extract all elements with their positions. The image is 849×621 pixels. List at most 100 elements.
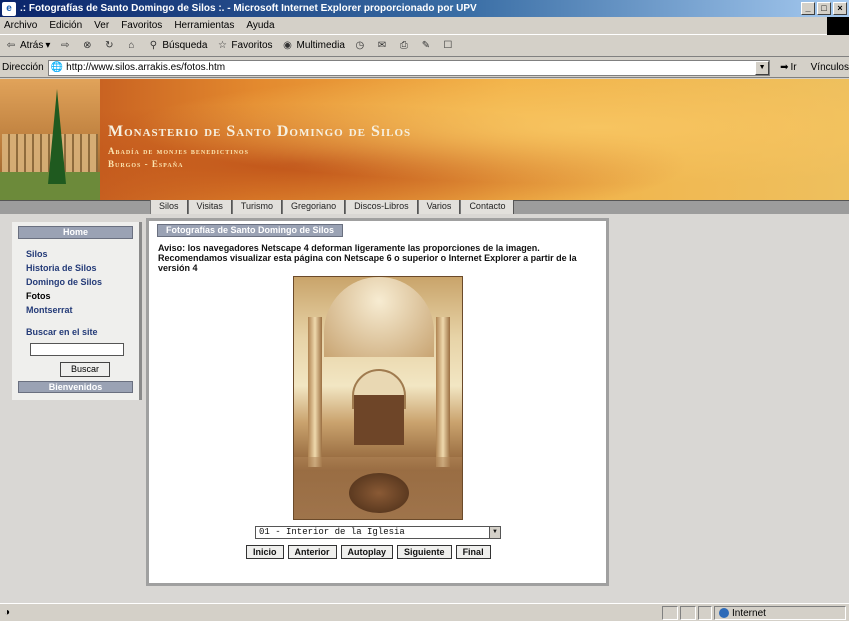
photo-baptismal-font (349, 473, 409, 513)
address-dropdown-icon[interactable]: ▼ (755, 60, 770, 75)
photo-altar (354, 395, 404, 445)
photo-gallery-panel: Fotografías de Santo Domingo de Silos Av… (146, 218, 609, 586)
multimedia-button[interactable]: ◉ Multimedia (281, 39, 345, 53)
favorites-label: Favoritos (231, 40, 273, 51)
print-icon[interactable]: ⎙ (397, 39, 411, 53)
go-label: Ir (790, 62, 797, 73)
status-bar: ◑ Internet (0, 603, 849, 621)
gallery-controls: Inicio Anterior Autoplay Siguiente Final (246, 545, 491, 559)
maximize-button[interactable]: □ (817, 2, 831, 15)
nav-turismo[interactable]: Turismo (231, 200, 283, 214)
status-cell (662, 606, 678, 620)
church-photo (293, 276, 463, 520)
minimize-button[interactable]: _ (801, 2, 815, 15)
menu-ver[interactable]: Ver (94, 20, 109, 31)
globe-icon (719, 608, 729, 618)
banner-photo (0, 79, 100, 200)
sidebar-item-montserrat[interactable]: Montserrat (26, 303, 139, 317)
back-arrow-icon: ⇦ (6, 39, 16, 51)
window-controls: _ □ × (801, 2, 847, 15)
menu-favoritos[interactable]: Favoritos (121, 20, 162, 31)
autoplay-button[interactable]: Autoplay (340, 545, 394, 559)
address-input[interactable]: 🌐 http://www.silos.arrakis.es/fotos.htm … (47, 59, 771, 76)
window-title: .: Fotografías de Santo Domingo de Silos… (20, 3, 477, 14)
site-subtitle-line2: Burgos - España (108, 159, 184, 169)
menu-ayuda[interactable]: Ayuda (246, 20, 274, 31)
address-bar: Dirección 🌐 http://www.silos.arrakis.es/… (0, 58, 849, 78)
mail-icon[interactable]: ✉ (375, 39, 389, 53)
security-zone: Internet (714, 606, 846, 620)
nav-varios[interactable]: Varios (417, 200, 461, 214)
favorites-button[interactable]: ☆ Favoritos (215, 39, 273, 53)
menu-edicion[interactable]: Edición (49, 20, 82, 31)
site-search-input[interactable] (30, 343, 124, 356)
address-url: http://www.silos.arrakis.es/fotos.htm (66, 62, 226, 73)
search-icon: ⚲ (149, 39, 158, 51)
multimedia-label: Multimedia (296, 40, 345, 51)
status-cell (680, 606, 696, 620)
nav-silos[interactable]: Silos (150, 200, 188, 214)
search-button[interactable]: ⚲ Búsqueda (146, 39, 208, 53)
chevron-down-icon: ▼ (489, 527, 500, 538)
photo-select[interactable]: 01 - Interior de la Iglesia ▼ (255, 526, 501, 539)
search-label: Búsqueda (162, 40, 208, 51)
photo-vault (324, 277, 434, 357)
sidebar-item-silos[interactable]: Silos (26, 247, 139, 261)
menu-bar: Archivo Edición Ver Favoritos Herramient… (0, 17, 849, 35)
edit-icon[interactable]: ✎ (419, 39, 433, 53)
home-icon[interactable]: ⌂ (124, 39, 138, 53)
first-button[interactable]: Inicio (246, 545, 284, 559)
nav-gregoriano[interactable]: Gregoriano (282, 200, 346, 214)
page-icon: 🌐 (50, 62, 64, 73)
site-subtitle: Abadía de monjes benedictinos Burgos - E… (108, 145, 249, 171)
links-button[interactable]: Vínculos (811, 62, 849, 73)
nav-contacto[interactable]: Contacto (460, 200, 515, 214)
close-button[interactable]: × (833, 2, 847, 15)
previous-button[interactable]: Anterior (287, 545, 337, 559)
multimedia-icon: ◉ (283, 39, 292, 51)
nav-visitas[interactable]: Visitas (187, 200, 232, 214)
page-status-icon: ◑ (4, 607, 11, 618)
sidebar-item-fotos[interactable]: Fotos (26, 289, 139, 303)
go-button[interactable]: ➡ Ir (780, 62, 797, 73)
site-search-label: Buscar en el site (26, 327, 98, 337)
nav-discos-libros[interactable]: Discos-Libros (345, 200, 418, 214)
chevron-down-icon: ▾ (45, 40, 51, 51)
windows-logo-icon (827, 17, 849, 35)
zone-label: Internet (732, 607, 766, 619)
page-viewport: Monasterio de Santo Domingo de Silos Aba… (0, 79, 849, 603)
site-search-button[interactable]: Buscar (60, 362, 110, 377)
address-label: Dirección (2, 62, 44, 73)
gallery-title: Fotografías de Santo Domingo de Silos (157, 224, 344, 237)
welcome-button[interactable]: Bienvenidos (18, 381, 133, 393)
last-button[interactable]: Final (455, 545, 491, 559)
next-button[interactable]: Siguiente (397, 545, 452, 559)
menu-herramientas[interactable]: Herramientas (174, 20, 234, 31)
back-button[interactable]: ⇦ Atrás ▾ (4, 39, 51, 53)
photo-select-value: 01 - Interior de la Iglesia (259, 527, 405, 537)
photo-pillar-right (436, 317, 450, 467)
sidebar: Home Silos Historia de Silos Domingo de … (12, 222, 142, 400)
star-icon: ☆ (217, 39, 227, 51)
sidebar-item-historia[interactable]: Historia de Silos (26, 261, 139, 275)
site-nav: Silos Visitas Turismo Gregoriano Discos-… (150, 200, 515, 214)
forward-arrow-icon[interactable]: ⇨ (58, 39, 72, 53)
ie-icon: e (2, 1, 16, 16)
site-banner: Monasterio de Santo Domingo de Silos Aba… (0, 79, 849, 200)
browser-notice: Aviso: los navegadores Netscape 4 deform… (158, 243, 577, 273)
back-label: Atrás (20, 40, 44, 51)
go-arrow-icon: ➡ (780, 62, 789, 73)
window-titlebar: e .: Fotografías de Santo Domingo de Sil… (0, 0, 849, 17)
sidebar-home-button[interactable]: Home (18, 226, 133, 239)
refresh-icon[interactable]: ↻ (102, 39, 116, 53)
site-subtitle-line1: Abadía de monjes benedictinos (108, 146, 249, 156)
menu-archivo[interactable]: Archivo (4, 20, 37, 31)
stop-icon[interactable]: ⊗ (80, 39, 94, 53)
cypress-tree (48, 89, 66, 184)
messenger-icon[interactable]: ☐ (441, 39, 455, 53)
site-title: Monasterio de Santo Domingo de Silos (108, 123, 412, 140)
photo-pillar-left (308, 317, 322, 467)
sidebar-links: Silos Historia de Silos Domingo de Silos… (26, 247, 139, 317)
sidebar-item-domingo[interactable]: Domingo de Silos (26, 275, 139, 289)
history-icon[interactable]: ◷ (353, 39, 367, 53)
